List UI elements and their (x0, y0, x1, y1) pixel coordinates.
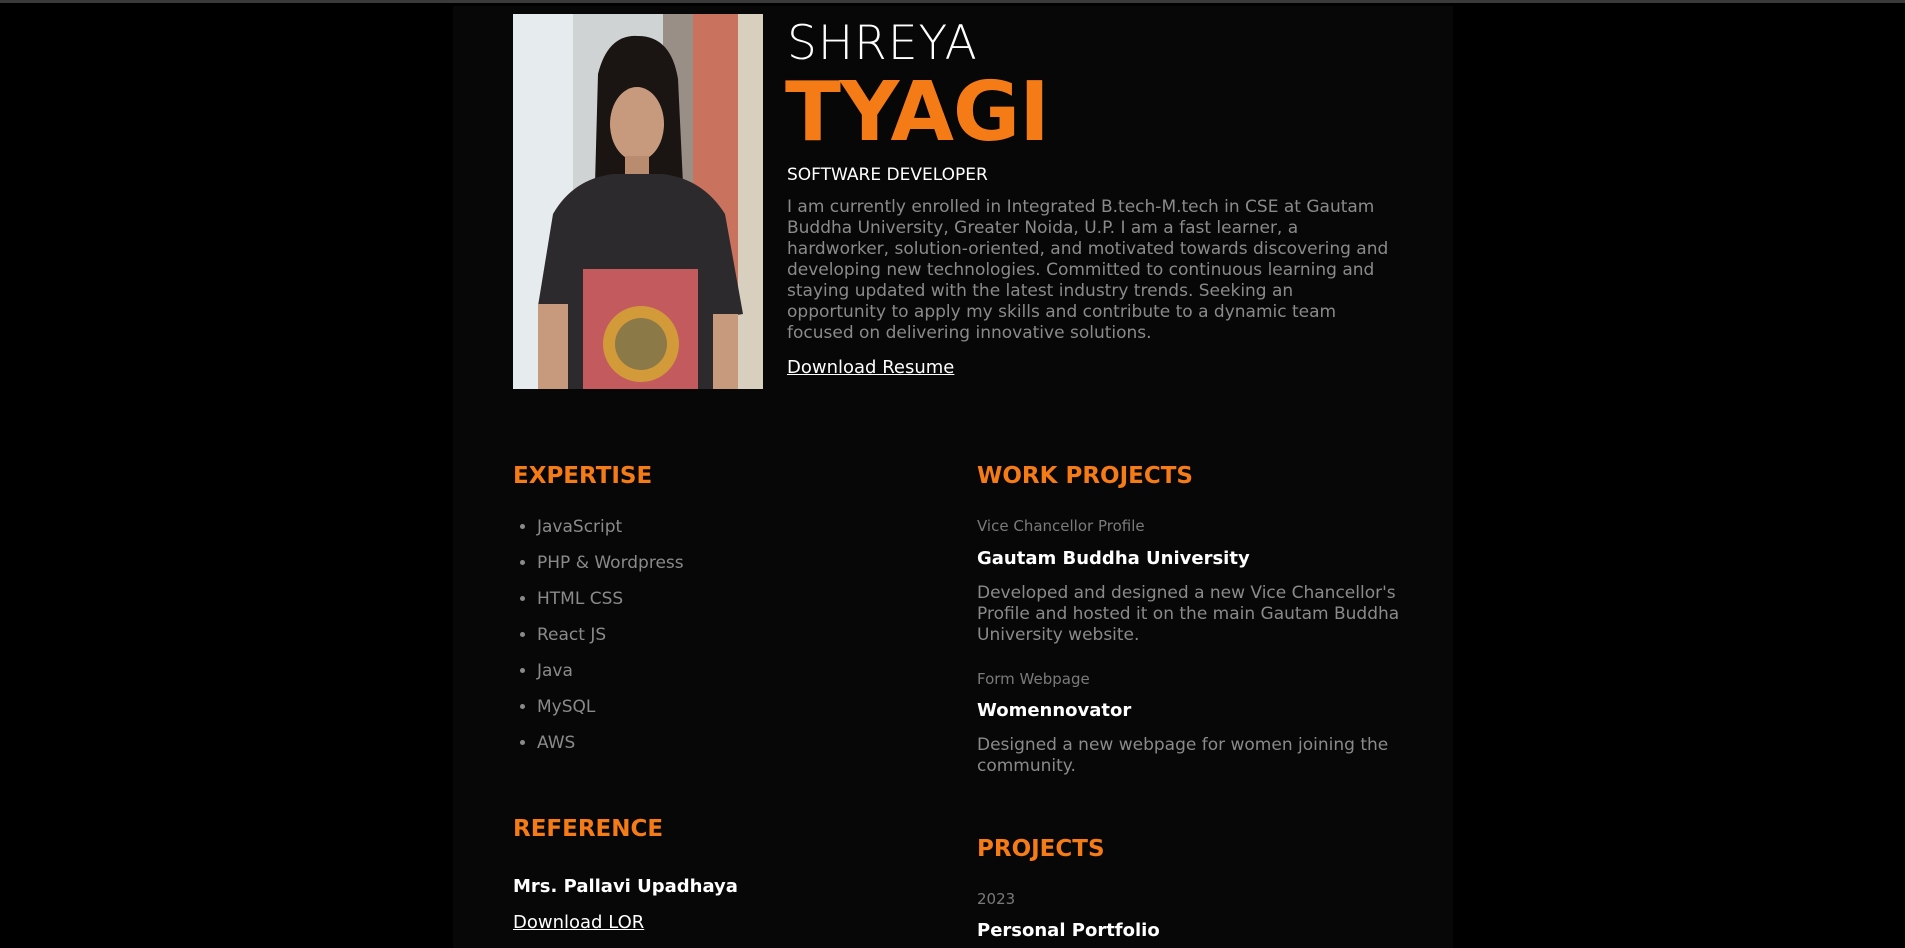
expertise-list: JavaScript PHP & Wordpress HTML CSS Reac… (513, 509, 684, 761)
expertise-item: HTML CSS (537, 581, 684, 617)
expertise-heading: EXPERTISE (513, 463, 653, 489)
work-projects-heading: WORK PROJECTS (977, 463, 1193, 489)
work-project-title: Womennovator (977, 700, 1132, 721)
bio-paragraph: I am currently enrolled in Integrated B.… (787, 197, 1389, 343)
profile-photo (513, 14, 763, 389)
work-project-title: Gautam Buddha University (977, 548, 1250, 569)
expertise-item: PHP & Wordpress (537, 545, 684, 581)
expertise-item: Java (537, 653, 684, 689)
download-resume-link[interactable]: Download Resume (787, 357, 954, 378)
expertise-item: AWS (537, 725, 684, 761)
reference-name: Mrs. Pallavi Upadhaya (513, 876, 738, 897)
last-name: TYAGI (785, 65, 1050, 160)
project-title: Personal Portfolio (977, 920, 1160, 941)
work-project-description: Developed and designed a new Vice Chance… (977, 583, 1400, 645)
reference-heading: REFERENCE (513, 816, 664, 842)
expertise-item: MySQL (537, 689, 684, 725)
job-title: SOFTWARE DEVELOPER (787, 165, 988, 185)
work-project-description: Designed a new webpage for women joining… (977, 735, 1389, 776)
first-name: SHREYA (787, 16, 978, 71)
expertise-item: React JS (537, 617, 684, 653)
download-lor-link[interactable]: Download LOR (513, 912, 644, 933)
work-project-kicker: Form Webpage (977, 670, 1090, 688)
resume-page: SHREYA TYAGI SOFTWARE DEVELOPER I am cur… (453, 6, 1453, 948)
projects-heading: PROJECTS (977, 836, 1105, 862)
work-project-kicker: Vice Chancellor Profile (977, 517, 1145, 535)
project-year: 2023 (977, 890, 1016, 908)
browser-top-border (0, 0, 1905, 3)
expertise-item: JavaScript (537, 509, 684, 545)
